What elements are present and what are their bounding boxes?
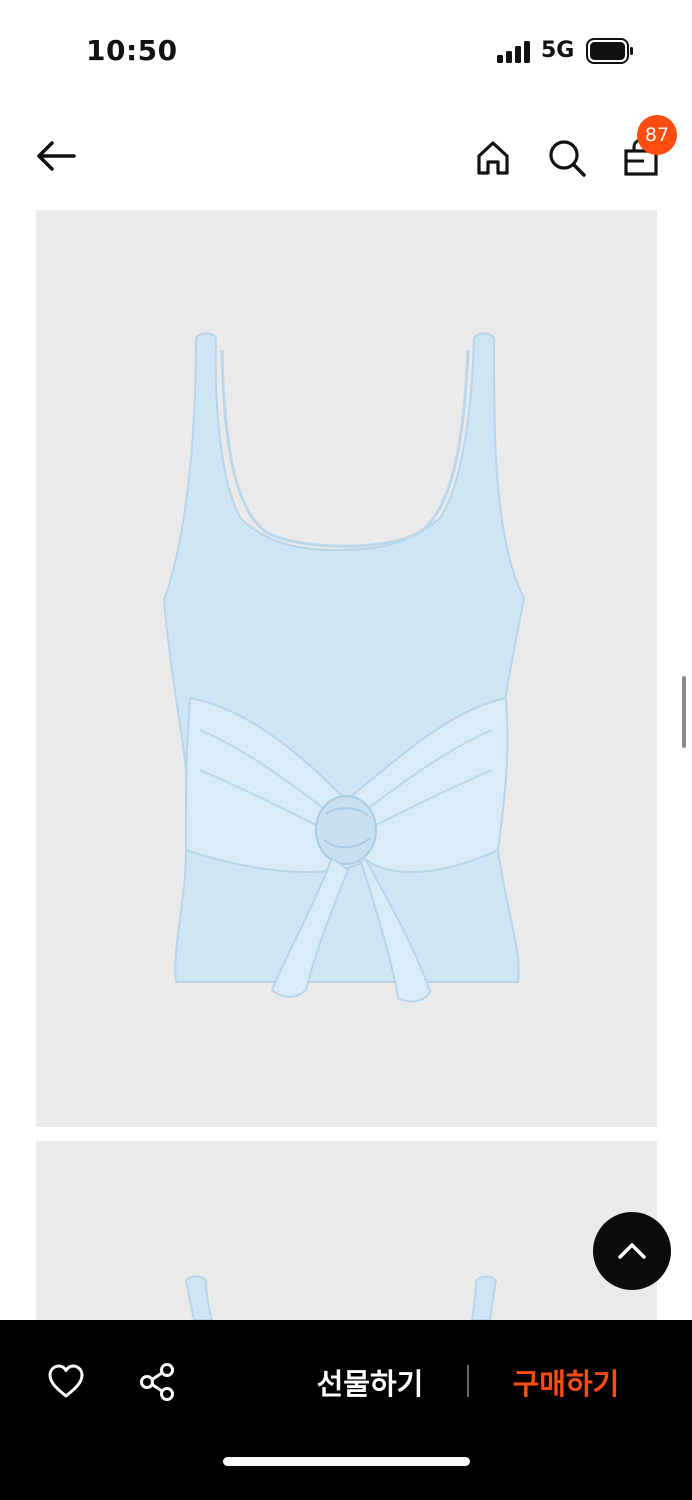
top-nav bbox=[0, 110, 692, 202]
product-image-2[interactable] bbox=[36, 1141, 657, 1320]
home-icon bbox=[477, 141, 509, 175]
status-time: 10:50 bbox=[86, 34, 178, 67]
home-button[interactable] bbox=[469, 134, 517, 182]
chevron-up-icon bbox=[618, 1243, 646, 1259]
product-image[interactable] bbox=[36, 210, 657, 1127]
scroll-to-top-button[interactable] bbox=[593, 1212, 671, 1290]
home-indicator bbox=[223, 1457, 470, 1466]
signal-icon bbox=[497, 41, 530, 63]
divider bbox=[467, 1365, 469, 1397]
buy-button[interactable]: 구매하기 bbox=[496, 1358, 636, 1406]
like-button[interactable] bbox=[46, 1362, 86, 1402]
share-button[interactable] bbox=[138, 1362, 178, 1402]
network-type: 5G bbox=[541, 38, 575, 63]
search-icon bbox=[549, 140, 586, 177]
back-arrow-icon bbox=[37, 141, 76, 171]
share-icon bbox=[140, 1363, 174, 1401]
back-button[interactable] bbox=[32, 132, 80, 180]
status-bar: 10:50 5G bbox=[0, 0, 692, 100]
cart-count-badge: 87 bbox=[637, 115, 677, 155]
gift-button[interactable]: 선물하기 bbox=[300, 1358, 440, 1406]
tank-top-illustration bbox=[162, 332, 526, 1003]
scroll-indicator[interactable] bbox=[682, 676, 686, 748]
bottom-action-bar: 선물하기 구매하기 bbox=[0, 1320, 692, 1500]
tank-top-illustration-2 bbox=[184, 1275, 498, 1320]
battery-icon bbox=[586, 38, 633, 64]
heart-icon bbox=[48, 1364, 84, 1398]
search-button[interactable] bbox=[543, 134, 591, 182]
